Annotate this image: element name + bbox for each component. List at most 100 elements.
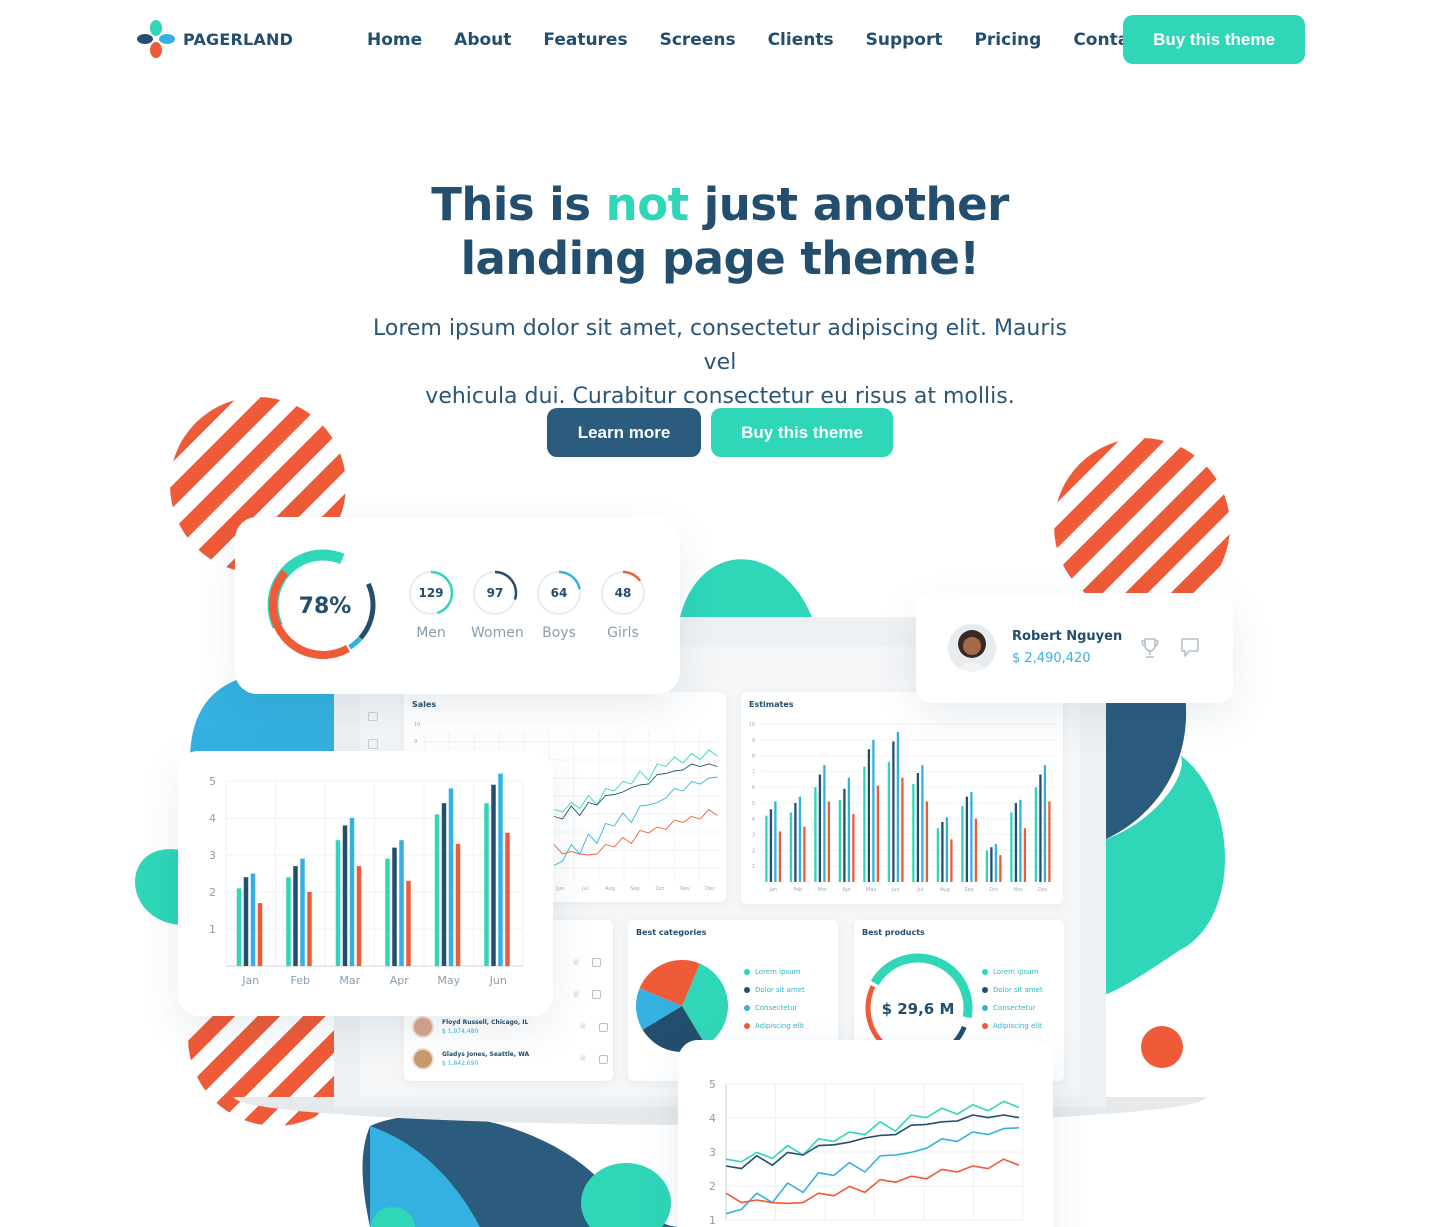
bar — [342, 825, 348, 966]
comment-icon[interactable] — [592, 958, 602, 967]
sidebar-calendar-icon[interactable] — [368, 739, 378, 749]
products-donut-chart: $ 29,6 M — [863, 953, 973, 1046]
bar — [335, 840, 341, 966]
nav-pricing[interactable]: Pricing — [974, 30, 1041, 50]
bar — [250, 873, 256, 966]
estimates-title: Estimates — [749, 700, 794, 709]
legend-item: Consectetur — [982, 1004, 1043, 1012]
nav-features[interactable]: Features — [543, 30, 627, 50]
avatar — [948, 624, 996, 672]
x-tick-label: Dec — [1038, 887, 1048, 893]
x-tick-label: Dec — [705, 886, 715, 892]
bar — [818, 774, 822, 882]
x-tick-label: May — [437, 974, 460, 987]
hero-subtitle-line1: Lorem ipsum dolor sit amet, consectetur … — [372, 316, 1067, 375]
orange-dot — [1141, 1026, 1183, 1068]
bar — [257, 903, 263, 966]
bar — [441, 803, 447, 966]
legend-item: Adipiscing elit — [744, 1022, 805, 1030]
bar — [1048, 801, 1051, 882]
bar — [491, 784, 496, 966]
nav-home[interactable]: Home — [367, 30, 422, 50]
person-name: Floyd Russell, Chicago, IL — [442, 1019, 529, 1026]
series-line — [725, 1127, 1020, 1215]
bar — [798, 796, 802, 882]
stat-1: 97 Women — [471, 569, 524, 641]
nav-support[interactable]: Support — [866, 30, 943, 50]
hero-title: This is not just another landing page th… — [0, 178, 1440, 286]
person-amount: $ 1,974,480 — [442, 1028, 479, 1035]
person-row-floyd[interactable]: Floyd Russell, Chicago, IL $ 1,974,480 ♕ — [412, 1016, 608, 1038]
nav-screens[interactable]: Screens — [660, 30, 736, 50]
bar — [1039, 774, 1042, 882]
brand-name: PAGERLAND — [183, 29, 294, 49]
y-tick-label: 6 — [752, 785, 755, 791]
bar — [356, 866, 362, 966]
line-chart-card: 1 2 3 4 5 — [678, 1040, 1053, 1227]
stat-value: 48 — [615, 586, 632, 600]
bar — [286, 877, 291, 966]
legend-item: Lorem ipsum — [982, 968, 1043, 976]
comment-icon[interactable] — [1180, 637, 1200, 659]
y-tick-label: 4 — [209, 812, 216, 825]
nav-buy-button[interactable]: Buy this theme — [1123, 15, 1305, 64]
estimates-panel: Estimates 1 2 3 4 5 6 7 8 9 10 Jan Feb Mar Apr May Jun J… — [741, 692, 1063, 904]
legend-item: Consectetur — [744, 1004, 805, 1012]
y-tick-label: 5 — [752, 801, 755, 807]
bar — [872, 739, 875, 882]
striped-circle-top-right — [1054, 438, 1230, 614]
bar — [1034, 787, 1038, 882]
x-tick-label: Aug — [605, 886, 615, 892]
nav-clients[interactable]: Clients — [768, 30, 834, 50]
bar — [936, 828, 940, 882]
categories-pie-chart — [636, 960, 728, 1052]
bar — [236, 888, 242, 966]
teal-blob-left — [135, 849, 180, 925]
x-tick-label: Sep — [965, 887, 974, 893]
comment-icon[interactable] — [599, 1022, 608, 1032]
y-tick-label: 9 — [752, 738, 755, 744]
brand-logo[interactable]: PAGERLAND — [137, 19, 293, 59]
nav-about[interactable]: About — [454, 30, 511, 50]
sales-tick-10: 10 — [414, 722, 421, 728]
bar — [794, 803, 797, 882]
stat-label: Women — [471, 625, 524, 641]
sidebar-folder-icon[interactable] — [368, 712, 378, 721]
person-amount: $ 1,842,690 — [442, 1060, 479, 1067]
legend-item: Lorem ipsum — [744, 968, 805, 976]
teal-blob-top — [680, 559, 812, 617]
x-tick-label: Feb — [291, 974, 310, 987]
bar — [999, 855, 1002, 882]
bar — [769, 809, 773, 882]
comment-icon[interactable] — [592, 990, 602, 999]
trophy-icon[interactable]: ♕ — [579, 1054, 587, 1064]
bar — [498, 773, 503, 966]
bar — [847, 777, 851, 882]
y-tick-label: 2 — [209, 886, 216, 899]
profile-name: Robert Nguyen — [1012, 629, 1123, 644]
person-row-gladys[interactable]: Gladys Jones, Seattle, WA $ 1,842,690 ♕ — [412, 1048, 608, 1070]
products-legend: Lorem ipsum Dolor sit amet Consectetur A… — [982, 968, 1043, 1040]
y-tick-label: 3 — [209, 849, 216, 862]
row-icons-1: ♕ — [572, 958, 602, 968]
bar — [505, 832, 510, 966]
series-line — [553, 763, 718, 820]
stat-ring: 97 — [472, 570, 518, 616]
bar — [896, 731, 900, 882]
stats-card: 78% 129 Men 97 Women 64 Boys 48 Girls — [235, 517, 680, 694]
logo-flower-icon — [137, 20, 175, 58]
trophy-icon[interactable]: ♕ — [572, 990, 580, 1000]
trophy-icon[interactable] — [1140, 637, 1160, 659]
bar — [990, 847, 993, 882]
bar — [823, 765, 826, 882]
bar — [852, 814, 855, 882]
bar — [385, 858, 390, 966]
x-tick-label: Oct — [989, 887, 998, 893]
main-menu: Home About Features Screens Clients Supp… — [367, 30, 1179, 50]
comment-icon[interactable] — [599, 1054, 608, 1064]
trophy-icon[interactable]: ♕ — [579, 1022, 587, 1032]
legend-item: Dolor sit amet — [744, 986, 805, 994]
trophy-icon[interactable]: ♕ — [572, 958, 580, 968]
avatar — [412, 1048, 434, 1070]
bar — [985, 850, 989, 882]
